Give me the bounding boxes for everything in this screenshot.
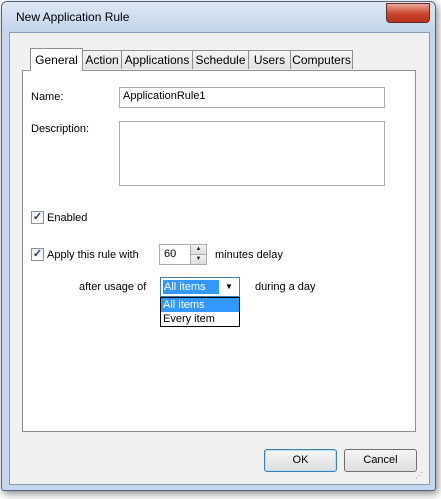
check-icon: ✓ xyxy=(32,211,43,223)
spin-down-icon[interactable]: ▼ xyxy=(191,255,206,264)
window-title: New Application Rule xyxy=(16,10,130,24)
description-input[interactable] xyxy=(119,121,385,186)
dropdown-option-every-item[interactable]: Every item xyxy=(161,312,239,326)
title-bar[interactable]: New Application Rule xyxy=(2,2,435,32)
resize-grip-icon[interactable]: ⋰ xyxy=(415,471,425,481)
usage-suffix-label: during a day xyxy=(255,281,316,293)
tab-label: Users xyxy=(253,53,286,67)
spinner-buttons: ▲ ▼ xyxy=(190,245,206,264)
enabled-label: Enabled xyxy=(47,212,88,224)
enabled-checkbox[interactable]: ✓ xyxy=(31,211,44,224)
name-input[interactable]: ApplicationRule1 xyxy=(119,87,385,108)
delay-minutes-value: 60 xyxy=(164,248,177,260)
usage-select[interactable]: All items ▼ xyxy=(160,277,240,297)
dialog-client-area: General Action Applications Schedule Use… xyxy=(9,32,430,485)
name-label: Name: xyxy=(31,91,64,103)
apply-delay-checkbox[interactable]: ✓ xyxy=(31,248,44,261)
tab-applications[interactable]: Applications xyxy=(121,50,193,69)
description-label: Description: xyxy=(31,123,90,135)
dialog-window: New Application Rule General Action Appl… xyxy=(1,1,436,491)
tab-users[interactable]: Users xyxy=(248,50,291,69)
apply-delay-label: Apply this rule with xyxy=(47,249,139,261)
tab-action[interactable]: Action xyxy=(82,50,122,69)
tab-computers[interactable]: Computers xyxy=(290,50,353,69)
check-icon: ✓ xyxy=(32,248,43,260)
tab-label: Computers xyxy=(292,53,351,67)
cancel-button[interactable]: Cancel xyxy=(344,449,417,472)
tab-label: Action xyxy=(85,53,119,67)
tab-label: General xyxy=(35,53,78,67)
chevron-down-icon[interactable]: ▼ xyxy=(222,280,236,294)
tab-schedule[interactable]: Schedule xyxy=(192,50,249,69)
close-button[interactable] xyxy=(386,3,430,23)
ok-button[interactable]: OK xyxy=(264,449,337,472)
tab-label: Applications xyxy=(124,53,190,67)
usage-prefix-label: after usage of xyxy=(79,281,147,293)
usage-select-value: All items xyxy=(163,280,219,294)
usage-dropdown-list: All items Every item xyxy=(160,297,240,327)
general-tab-panel: Name: ApplicationRule1 Description: ✓ En… xyxy=(22,70,416,432)
tab-label: Schedule xyxy=(195,53,246,67)
delay-minutes-stepper[interactable]: 60 ▲ ▼ xyxy=(159,244,207,265)
spin-up-icon[interactable]: ▲ xyxy=(191,245,206,255)
delay-suffix-label: minutes delay xyxy=(215,249,283,261)
dropdown-option-all-items[interactable]: All items xyxy=(161,298,239,312)
tab-general[interactable]: General xyxy=(30,48,83,71)
